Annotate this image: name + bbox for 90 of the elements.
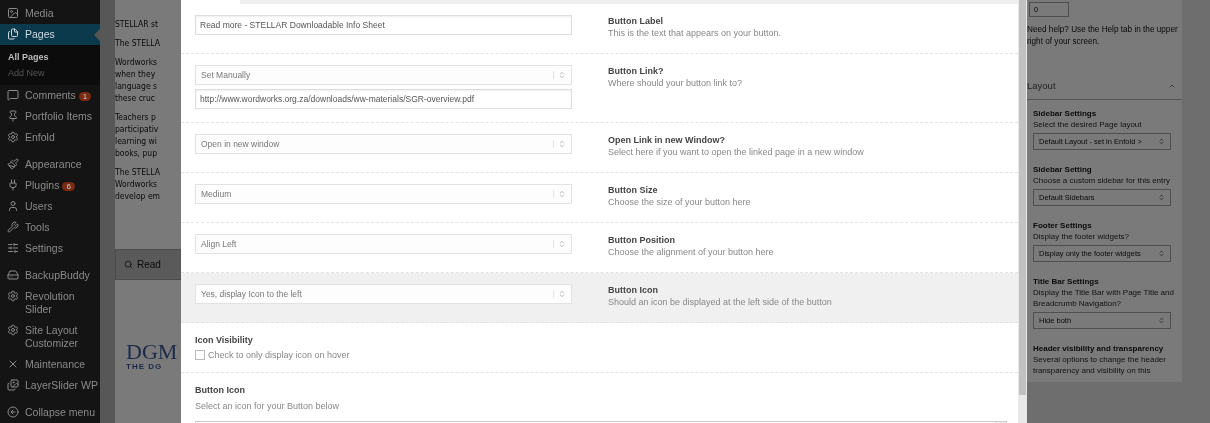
field-title: Button Position bbox=[608, 234, 676, 247]
search-icon bbox=[124, 260, 133, 269]
gear-icon bbox=[7, 131, 19, 143]
dropdown-icon bbox=[1158, 138, 1165, 145]
dropdown-icon bbox=[558, 290, 566, 299]
text-field[interactable]: Read more - STELLAR Downloadable Info Sheet bbox=[195, 15, 572, 36]
cross-icon bbox=[7, 358, 19, 370]
scrollbar[interactable] bbox=[1018, 0, 1027, 423]
collapse-menu[interactable]: Collapse menu bbox=[0, 402, 100, 423]
dropdown-icon bbox=[1158, 317, 1165, 324]
panel-title: Layout bbox=[1027, 80, 1056, 91]
dropdown-icon bbox=[558, 140, 566, 149]
select-field[interactable]: Medium bbox=[195, 184, 572, 205]
menu-item[interactable]: BackupBuddy bbox=[0, 265, 100, 286]
pin-icon bbox=[7, 110, 19, 122]
field-description: Choose the size of your button here bbox=[608, 196, 751, 209]
logo-tagline: THE DG bbox=[126, 362, 164, 371]
drive-icon bbox=[7, 269, 19, 281]
field-title: Icon Visibility bbox=[195, 334, 254, 347]
field-description: Select an icon for your Button below bbox=[195, 400, 341, 413]
menu-item[interactable]: Plugins 6 bbox=[0, 175, 100, 196]
menu-item[interactable]: Appearance bbox=[0, 154, 100, 175]
paragraph-text: STELLAR st bbox=[115, 18, 160, 30]
menu-item[interactable]: Comments 1 bbox=[0, 85, 100, 106]
setting-description: Choose a custom sidebar for this entry bbox=[1033, 175, 1171, 186]
menu-item[interactable]: Portfolio Items bbox=[0, 106, 100, 127]
field-description: Where should your button link to? bbox=[608, 77, 743, 90]
paragraph-text: The STELLA Wordworks develop em bbox=[115, 166, 162, 202]
comment-icon bbox=[7, 89, 19, 101]
menu-item[interactable]: Revolution Slider bbox=[0, 286, 100, 320]
paragraph-text: Wordworks when they language s these cruc bbox=[115, 56, 159, 104]
field-title: Button Size bbox=[608, 184, 659, 197]
menu-item[interactable]: Pages bbox=[0, 24, 100, 45]
submenu-item[interactable]: All Pages bbox=[0, 49, 100, 65]
paragraph-text: The STELLA bbox=[115, 37, 161, 49]
field-title: Button Link? bbox=[608, 65, 665, 78]
count-badge: 1 bbox=[78, 92, 92, 101]
menu-item[interactable]: Enfold bbox=[0, 127, 100, 148]
read-button[interactable]: Read bbox=[115, 249, 181, 280]
setting-title: Sidebar Setting bbox=[1033, 164, 1093, 175]
field-description: This is the text that appears on your button. bbox=[608, 27, 782, 40]
menu-item[interactable]: Site Layout Customizer bbox=[0, 320, 100, 354]
field-title: Button Icon bbox=[195, 384, 246, 397]
url-field[interactable]: http://www.wordworks.org.za/downloads/ww-materials/SGR-overview.pdf bbox=[195, 89, 572, 110]
menu-item[interactable]: Maintenance bbox=[0, 354, 100, 375]
paragraph-text: Teachers p participativ learning wi books, pup bbox=[115, 111, 160, 159]
collapse-icon bbox=[7, 406, 19, 418]
setting-description: Display the Title Bar with Page Title and Breadcrumb Navigation? bbox=[1033, 287, 1175, 309]
menu-item[interactable]: Users bbox=[0, 196, 100, 217]
field-description: Choose the alignment of your button here bbox=[608, 246, 774, 259]
menu-item[interactable]: Settings bbox=[0, 238, 100, 259]
field-title: Open Link in new Window? bbox=[608, 134, 726, 147]
dropdown-icon bbox=[558, 240, 566, 249]
field-description: Select here if you want to open the linked page in a new window bbox=[608, 146, 864, 159]
setting-title: Footer Settings bbox=[1033, 220, 1093, 231]
plug-icon bbox=[7, 179, 19, 191]
count-badge: 6 bbox=[62, 182, 75, 191]
select-field[interactable]: Align Left bbox=[195, 234, 572, 255]
field-title: Button Icon bbox=[608, 284, 659, 297]
sliders-icon bbox=[7, 242, 19, 254]
setting-description: Select the desired Page layout bbox=[1033, 119, 1143, 130]
select-field[interactable]: Yes, display Icon to the left bbox=[195, 284, 572, 305]
logo-text: DGM bbox=[126, 342, 179, 362]
pages-icon bbox=[7, 28, 19, 40]
images-icon bbox=[7, 379, 19, 391]
setting-description: Display the footer widgets? bbox=[1033, 231, 1131, 242]
dropdown-icon bbox=[1158, 250, 1165, 257]
wrench-icon bbox=[7, 221, 19, 233]
menu-item[interactable]: Media bbox=[0, 3, 100, 24]
setting-title: Title Bar Settings bbox=[1033, 276, 1100, 287]
dropdown-icon bbox=[558, 71, 566, 80]
checkbox-label: Check to only display icon on hover bbox=[208, 350, 350, 361]
paintbrush-icon bbox=[7, 158, 19, 170]
menu-item[interactable]: LayerSlider WP bbox=[0, 375, 100, 396]
media-icon bbox=[7, 7, 19, 19]
setting-title: Header visibility and transparency bbox=[1033, 343, 1165, 354]
menu-item[interactable]: Tools bbox=[0, 217, 100, 238]
select-field[interactable]: Open in new window bbox=[195, 134, 572, 155]
checkbox[interactable] bbox=[195, 350, 205, 361]
setting-description: Several options to change the header transparency and visibility on this bbox=[1033, 354, 1167, 376]
field-title: Button Label bbox=[608, 15, 664, 28]
field-description: Should an icon be displayed at the left side of the button bbox=[608, 296, 832, 309]
user-icon bbox=[7, 200, 19, 212]
dropdown-icon bbox=[558, 190, 566, 199]
select-field[interactable]: Set Manually bbox=[195, 65, 572, 86]
help-text: Need help? Use the Help tab in the upper right of your screen. bbox=[1027, 24, 1179, 48]
setting-title: Sidebar Settings bbox=[1033, 108, 1098, 119]
gear-icon bbox=[7, 324, 19, 336]
dropdown-icon bbox=[1158, 194, 1165, 201]
gear-icon bbox=[7, 290, 19, 302]
